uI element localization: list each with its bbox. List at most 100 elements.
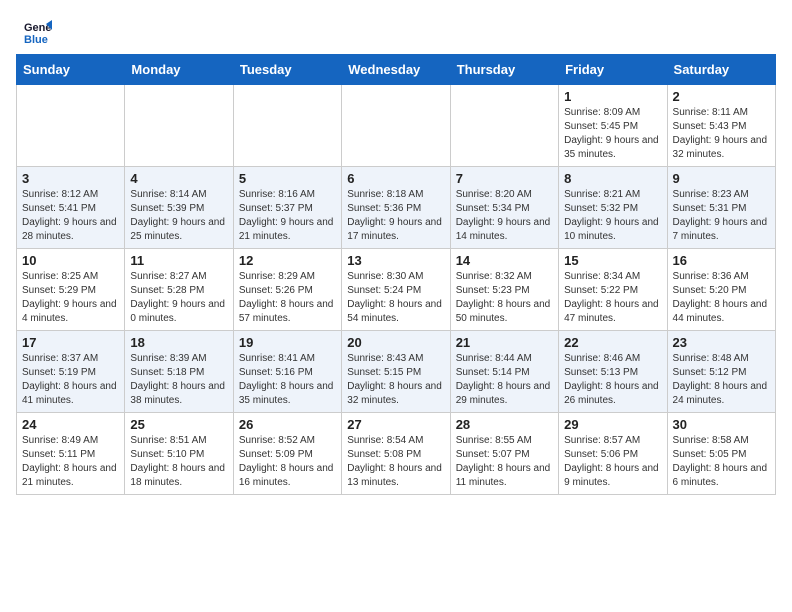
day-info: Sunrise: 8:23 AMSunset: 5:31 PMDaylight:…	[673, 188, 770, 244]
calendar-cell: 18 Sunrise: 8:39 AMSunset: 5:18 PMDayligh…	[125, 331, 233, 413]
day-info: Sunrise: 8:32 AMSunset: 5:23 PMDaylight:…	[456, 270, 553, 326]
day-info: Sunrise: 8:20 AMSunset: 5:34 PMDaylight:…	[456, 188, 553, 244]
weekday-header-wednesday: Wednesday	[342, 55, 450, 85]
logo: General Blue	[24, 18, 56, 46]
calendar-cell: 2 Sunrise: 8:11 AMSunset: 5:43 PMDaylight…	[667, 85, 775, 167]
day-info: Sunrise: 8:12 AMSunset: 5:41 PMDaylight:…	[22, 188, 119, 244]
day-number: 29	[564, 417, 661, 432]
day-number: 14	[456, 253, 553, 268]
day-number: 2	[673, 89, 770, 104]
day-info: Sunrise: 8:30 AMSunset: 5:24 PMDaylight:…	[347, 270, 444, 326]
day-info: Sunrise: 8:57 AMSunset: 5:06 PMDaylight:…	[564, 434, 661, 490]
day-number: 7	[456, 171, 553, 186]
day-number: 30	[673, 417, 770, 432]
day-info: Sunrise: 8:18 AMSunset: 5:36 PMDaylight:…	[347, 188, 444, 244]
weekday-header-friday: Friday	[559, 55, 667, 85]
calendar-week-4: 17 Sunrise: 8:37 AMSunset: 5:19 PMDayligh…	[17, 331, 776, 413]
calendar-cell: 26Sunrise: 8:52 AMSunset: 5:09 PMDayligh…	[233, 413, 341, 495]
calendar-cell: 17 Sunrise: 8:37 AMSunset: 5:19 PMDayligh…	[17, 331, 125, 413]
calendar-cell: 13 Sunrise: 8:30 AMSunset: 5:24 PMDayligh…	[342, 249, 450, 331]
calendar-cell	[450, 85, 558, 167]
calendar-cell: 8Sunrise: 8:21 AMSunset: 5:32 PMDaylight…	[559, 167, 667, 249]
calendar-cell: 14 Sunrise: 8:32 AMSunset: 5:23 PMDayligh…	[450, 249, 558, 331]
day-info: Sunrise: 8:49 AMSunset: 5:11 PMDaylight:…	[22, 434, 119, 490]
day-info: Sunrise: 8:11 AMSunset: 5:43 PMDaylight:…	[673, 106, 770, 162]
day-number: 3	[22, 171, 119, 186]
weekday-header-thursday: Thursday	[450, 55, 558, 85]
day-info: Sunrise: 8:43 AMSunset: 5:15 PMDaylight:…	[347, 352, 444, 408]
day-info: Sunrise: 8:39 AMSunset: 5:18 PMDaylight:…	[130, 352, 227, 408]
day-number: 15	[564, 253, 661, 268]
calendar-cell: 22Sunrise: 8:46 AMSunset: 5:13 PMDayligh…	[559, 331, 667, 413]
day-number: 10	[22, 253, 119, 268]
day-number: 28	[456, 417, 553, 432]
day-number: 18	[130, 335, 227, 350]
calendar-table: SundayMondayTuesdayWednesdayThursdayFrid…	[16, 54, 776, 495]
calendar-week-3: 10Sunrise: 8:25 AMSunset: 5:29 PMDayligh…	[17, 249, 776, 331]
calendar-cell: 21Sunrise: 8:44 AMSunset: 5:14 PMDayligh…	[450, 331, 558, 413]
calendar-cell: 25Sunrise: 8:51 AMSunset: 5:10 PMDayligh…	[125, 413, 233, 495]
svg-text:Blue: Blue	[24, 34, 48, 46]
calendar-cell: 23 Sunrise: 8:48 AMSunset: 5:12 PMDayligh…	[667, 331, 775, 413]
calendar-cell: 6 Sunrise: 8:18 AMSunset: 5:36 PMDaylight…	[342, 167, 450, 249]
weekday-header-saturday: Saturday	[667, 55, 775, 85]
calendar-cell	[125, 85, 233, 167]
calendar-cell: 29 Sunrise: 8:57 AMSunset: 5:06 PMDayligh…	[559, 413, 667, 495]
day-info: Sunrise: 8:36 AMSunset: 5:20 PMDaylight:…	[673, 270, 770, 326]
day-number: 20	[347, 335, 444, 350]
day-info: Sunrise: 8:58 AMSunset: 5:05 PMDaylight:…	[673, 434, 770, 490]
day-info: Sunrise: 8:09 AMSunset: 5:45 PMDaylight:…	[564, 106, 661, 162]
header: General Blue	[0, 0, 792, 54]
day-info: Sunrise: 8:48 AMSunset: 5:12 PMDaylight:…	[673, 352, 770, 408]
day-info: Sunrise: 8:41 AMSunset: 5:16 PMDaylight:…	[239, 352, 336, 408]
day-number: 23	[673, 335, 770, 350]
day-number: 13	[347, 253, 444, 268]
calendar-cell: 28 Sunrise: 8:55 AMSunset: 5:07 PMDayligh…	[450, 413, 558, 495]
calendar-cell	[17, 85, 125, 167]
calendar-week-2: 3 Sunrise: 8:12 AMSunset: 5:41 PMDaylight…	[17, 167, 776, 249]
calendar-cell: 20 Sunrise: 8:43 AMSunset: 5:15 PMDayligh…	[342, 331, 450, 413]
calendar-cell	[233, 85, 341, 167]
weekday-header-row: SundayMondayTuesdayWednesdayThursdayFrid…	[17, 55, 776, 85]
day-number: 1	[564, 89, 661, 104]
day-info: Sunrise: 8:37 AMSunset: 5:19 PMDaylight:…	[22, 352, 119, 408]
day-number: 19	[239, 335, 336, 350]
calendar-week-1: 1 Sunrise: 8:09 AMSunset: 5:45 PMDaylight…	[17, 85, 776, 167]
calendar-cell: 4Sunrise: 8:14 AMSunset: 5:39 PMDaylight…	[125, 167, 233, 249]
weekday-header-monday: Monday	[125, 55, 233, 85]
calendar-cell: 11 Sunrise: 8:27 AMSunset: 5:28 PMDayligh…	[125, 249, 233, 331]
calendar-week-5: 24 Sunrise: 8:49 AMSunset: 5:11 PMDayligh…	[17, 413, 776, 495]
day-number: 27	[347, 417, 444, 432]
day-number: 17	[22, 335, 119, 350]
day-number: 11	[130, 253, 227, 268]
calendar-cell: 15 Sunrise: 8:34 AMSunset: 5:22 PMDayligh…	[559, 249, 667, 331]
day-info: Sunrise: 8:51 AMSunset: 5:10 PMDaylight:…	[130, 434, 227, 490]
day-number: 21	[456, 335, 553, 350]
day-number: 6	[347, 171, 444, 186]
calendar-cell: 24 Sunrise: 8:49 AMSunset: 5:11 PMDayligh…	[17, 413, 125, 495]
day-info: Sunrise: 8:29 AMSunset: 5:26 PMDaylight:…	[239, 270, 336, 326]
day-info: Sunrise: 8:34 AMSunset: 5:22 PMDaylight:…	[564, 270, 661, 326]
calendar-cell	[342, 85, 450, 167]
day-number: 5	[239, 171, 336, 186]
logo-icon: General Blue	[24, 18, 52, 46]
day-info: Sunrise: 8:54 AMSunset: 5:08 PMDaylight:…	[347, 434, 444, 490]
day-info: Sunrise: 8:27 AMSunset: 5:28 PMDaylight:…	[130, 270, 227, 326]
calendar-cell: 16 Sunrise: 8:36 AMSunset: 5:20 PMDayligh…	[667, 249, 775, 331]
calendar-cell: 7 Sunrise: 8:20 AMSunset: 5:34 PMDaylight…	[450, 167, 558, 249]
calendar-cell: 27 Sunrise: 8:54 AMSunset: 5:08 PMDayligh…	[342, 413, 450, 495]
calendar-cell: 19 Sunrise: 8:41 AMSunset: 5:16 PMDayligh…	[233, 331, 341, 413]
calendar-wrapper: SundayMondayTuesdayWednesdayThursdayFrid…	[0, 54, 792, 507]
day-number: 24	[22, 417, 119, 432]
day-number: 16	[673, 253, 770, 268]
calendar-cell: 30 Sunrise: 8:58 AMSunset: 5:05 PMDayligh…	[667, 413, 775, 495]
day-info: Sunrise: 8:46 AMSunset: 5:13 PMDaylight:…	[564, 352, 661, 408]
day-number: 12	[239, 253, 336, 268]
day-info: Sunrise: 8:52 AMSunset: 5:09 PMDaylight:…	[239, 434, 336, 490]
calendar-cell: 9 Sunrise: 8:23 AMSunset: 5:31 PMDaylight…	[667, 167, 775, 249]
weekday-header-sunday: Sunday	[17, 55, 125, 85]
day-info: Sunrise: 8:55 AMSunset: 5:07 PMDaylight:…	[456, 434, 553, 490]
day-number: 9	[673, 171, 770, 186]
calendar-cell: 10Sunrise: 8:25 AMSunset: 5:29 PMDayligh…	[17, 249, 125, 331]
day-number: 4	[130, 171, 227, 186]
